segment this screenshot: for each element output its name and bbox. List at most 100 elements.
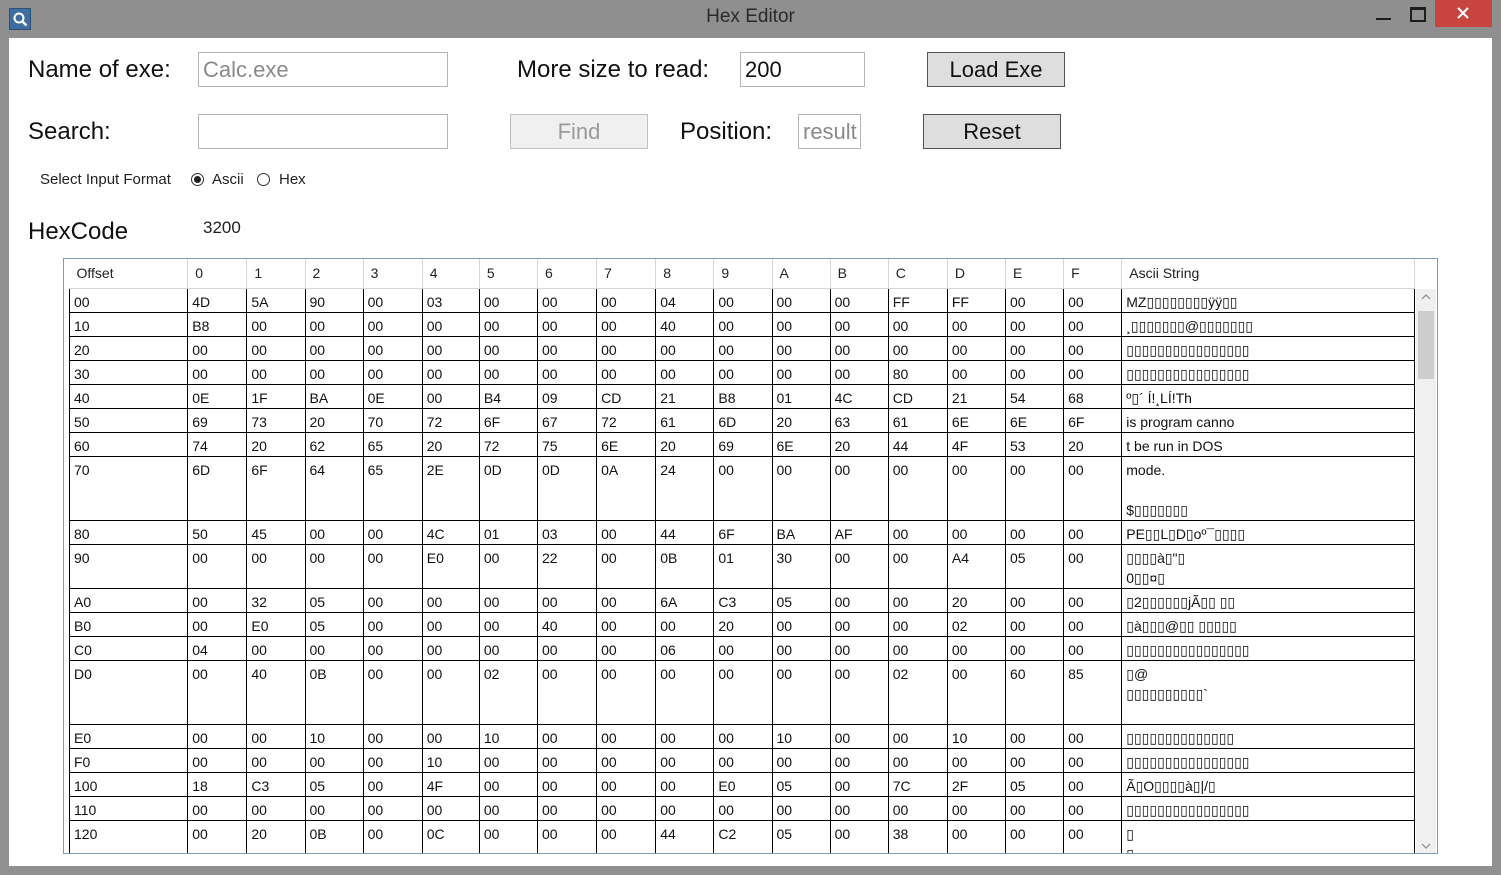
byte-cell[interactable]: 6E [946, 408, 1007, 433]
byte-cell[interactable]: 80 [887, 360, 948, 385]
byte-cell[interactable]: B8 [713, 384, 773, 409]
ascii-radio-label[interactable]: Ascii [212, 171, 244, 188]
byte-cell[interactable]: 00 [304, 796, 364, 821]
exe-name-input[interactable]: Calc.exe [198, 52, 448, 87]
byte-cell[interactable]: 00 [187, 724, 248, 749]
byte-cell[interactable]: 09 [536, 384, 598, 409]
byte-cell[interactable]: 00 [1063, 588, 1123, 613]
byte-cell[interactable]: 00 [829, 456, 889, 521]
byte-cell[interactable]: 00 [771, 796, 831, 821]
byte-cell[interactable]: 00 [596, 660, 657, 725]
byte-cell[interactable]: 00 [536, 820, 598, 853]
byte-cell[interactable]: 0E [187, 384, 248, 409]
byte-cell[interactable]: 44 [655, 520, 715, 545]
byte-cell[interactable]: 00 [887, 796, 948, 821]
byte-cell[interactable]: 05 [1004, 544, 1065, 589]
byte-cell[interactable]: 6E [596, 432, 657, 457]
byte-cell[interactable]: 00 [478, 544, 539, 589]
column-header-byte[interactable]: C [888, 259, 948, 289]
byte-cell[interactable]: 00 [596, 360, 657, 385]
byte-cell[interactable]: 00 [713, 312, 773, 337]
title-bar[interactable]: Hex Editor [0, 0, 1501, 38]
table-row[interactable]: 00 4D 5A 90 00 03 00 00 00 04 00 00 00 FF FF 00 00 MZ▯▯▯▯… [68, 288, 1415, 313]
byte-cell[interactable]: 00 [536, 312, 598, 337]
byte-cell[interactable]: 00 [304, 312, 364, 337]
byte-cell[interactable]: 00 [1063, 724, 1123, 749]
byte-cell[interactable]: 00 [421, 636, 480, 661]
byte-cell[interactable]: 00 [887, 312, 948, 337]
byte-cell[interactable]: 00 [1063, 772, 1123, 797]
byte-cell[interactable]: 10 [304, 724, 364, 749]
byte-cell[interactable]: 00 [246, 312, 306, 337]
byte-cell[interactable]: 4F [421, 772, 480, 797]
byte-cell[interactable]: 4D [187, 288, 248, 313]
table-row[interactable]: E0 00 00 10 00 00 10 00 00 00 00 10 00 00 10 00 00 ▯▯▯▯▯▯… [68, 724, 1415, 749]
ascii-cell[interactable]: ▯▯▯▯▯▯▯▯▯▯▯▯▯▯▯▯ [1121, 636, 1415, 661]
table-row[interactable]: 50 69 73 20 70 72 6F 67 72 61 6D 20 63 61 6E 6E 6F is pro… [68, 408, 1415, 433]
byte-cell[interactable]: 00 [478, 820, 539, 853]
byte-cell[interactable]: 21 [946, 384, 1007, 409]
column-header-byte[interactable]: 3 [363, 259, 423, 289]
ascii-cell[interactable]: Ã▯O▯▯▯▯à▯|/▯ [1121, 772, 1415, 797]
byte-cell[interactable]: 68 [1063, 384, 1123, 409]
scrollbar-thumb[interactable] [1418, 311, 1434, 379]
byte-cell[interactable]: 0D [478, 456, 539, 521]
byte-cell[interactable]: 00 [246, 636, 306, 661]
byte-cell[interactable]: 2F [946, 772, 1007, 797]
byte-cell[interactable]: 00 [1004, 724, 1065, 749]
byte-cell[interactable]: 69 [713, 432, 773, 457]
byte-cell[interactable]: 7C [887, 772, 948, 797]
table-row[interactable]: B0 00 E0 05 00 00 00 40 00 00 20 00 00 00 02 00 00 ▯à▯▯▯@… [68, 612, 1415, 637]
table-row[interactable]: 60 74 20 62 65 20 72 75 6E 20 69 6E 20 44 4F 53 20 t be r… [68, 432, 1415, 457]
byte-cell[interactable]: 90 [304, 288, 364, 313]
byte-cell[interactable]: 00 [829, 820, 889, 853]
byte-cell[interactable]: 24 [655, 456, 715, 521]
byte-cell[interactable]: E0 [421, 544, 480, 589]
offset-cell[interactable]: 120 [68, 820, 189, 853]
byte-cell[interactable]: 00 [596, 588, 657, 613]
ascii-cell[interactable]: ¸▯▯▯▯▯▯▯@▯▯▯▯▯▯▯ [1121, 312, 1415, 337]
byte-cell[interactable]: BA [304, 384, 364, 409]
byte-cell[interactable]: 00 [946, 820, 1007, 853]
ascii-cell[interactable]: is program canno [1121, 408, 1415, 433]
byte-cell[interactable]: 65 [362, 456, 423, 521]
ascii-cell[interactable]: ▯▯▯▯▯▯▯▯▯▯▯▯▯▯ [1121, 724, 1415, 749]
ascii-cell[interactable]: ▯▯▯▯▯▯▯▯▯▯▯▯▯▯▯▯ [1121, 796, 1415, 821]
byte-cell[interactable]: 00 [946, 336, 1007, 361]
offset-cell[interactable]: 80 [68, 520, 189, 545]
byte-cell[interactable]: 00 [421, 796, 480, 821]
byte-cell[interactable]: 00 [596, 312, 657, 337]
byte-cell[interactable]: 00 [887, 456, 948, 521]
byte-cell[interactable]: FF [887, 288, 948, 313]
byte-cell[interactable]: 00 [421, 336, 480, 361]
byte-cell[interactable]: 18 [187, 772, 248, 797]
byte-cell[interactable]: 40 [246, 660, 306, 725]
byte-cell[interactable]: 0B [304, 660, 364, 725]
byte-cell[interactable]: 00 [946, 660, 1007, 725]
byte-cell[interactable]: 00 [536, 796, 598, 821]
byte-cell[interactable]: 00 [946, 520, 1007, 545]
table-row[interactable]: 120 00 20 0B 00 0C 00 00 00 44 C2 05 00 38 00 00 00 ▯ ▯ [68, 820, 1415, 853]
byte-cell[interactable]: 05 [771, 820, 831, 853]
offset-cell[interactable]: 50 [68, 408, 189, 433]
byte-cell[interactable]: 00 [1063, 336, 1123, 361]
offset-cell[interactable]: E0 [68, 724, 189, 749]
byte-cell[interactable]: 00 [187, 796, 248, 821]
byte-cell[interactable]: 38 [887, 820, 948, 853]
byte-cell[interactable]: 21 [655, 384, 715, 409]
byte-cell[interactable]: 6D [187, 456, 248, 521]
position-output[interactable]: result [798, 114, 861, 149]
byte-cell[interactable]: 53 [1004, 432, 1065, 457]
offset-cell[interactable]: D0 [68, 660, 189, 725]
byte-cell[interactable]: 00 [478, 336, 539, 361]
byte-cell[interactable]: 05 [304, 772, 364, 797]
byte-cell[interactable]: 20 [829, 432, 889, 457]
byte-cell[interactable]: 0C [421, 820, 480, 853]
byte-cell[interactable]: 00 [187, 360, 248, 385]
column-header-ascii[interactable]: Ascii String [1121, 259, 1415, 289]
byte-cell[interactable]: 00 [246, 724, 306, 749]
byte-cell[interactable]: 44 [655, 820, 715, 853]
byte-cell[interactable]: 6F [478, 408, 539, 433]
byte-cell[interactable]: 00 [421, 360, 480, 385]
byte-cell[interactable]: 00 [829, 336, 889, 361]
